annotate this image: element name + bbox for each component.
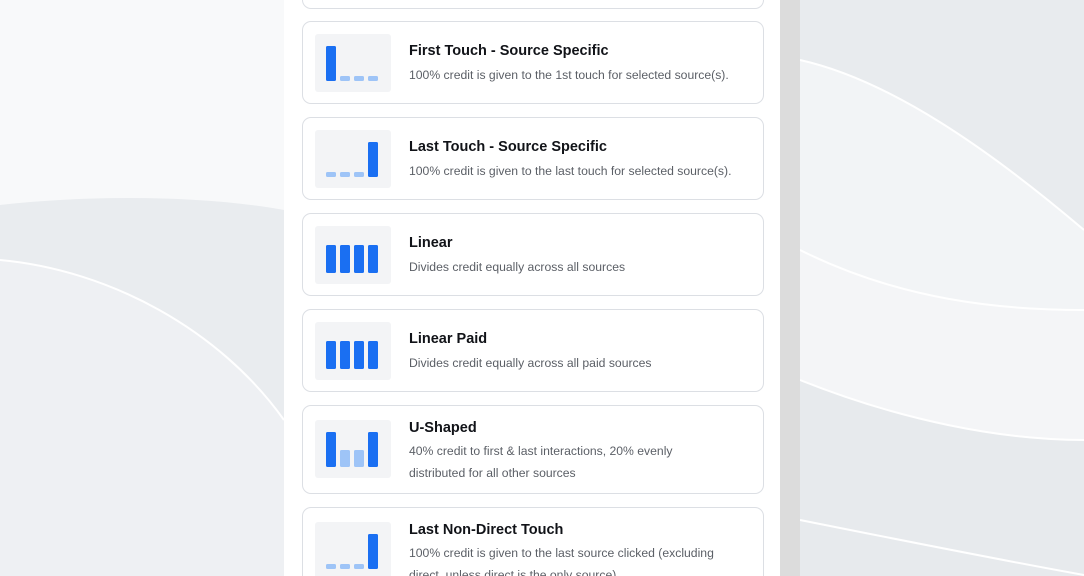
- model-title: Linear Paid: [409, 331, 488, 347]
- last-touch-chart-icon: [315, 522, 391, 576]
- linear-chart-icon: [315, 322, 391, 380]
- model-description: 100% credit is given to the last touch f…: [409, 164, 732, 178]
- model-description: 100% credit is given to the 1st touch fo…: [409, 68, 729, 82]
- attribution-model-card-linear-paid[interactable]: Linear Paid Divides credit equally acros…: [302, 309, 764, 392]
- model-title: Linear: [409, 235, 453, 251]
- attribution-model-card-last-non-direct[interactable]: Last Non-Direct Touch 100% credit is giv…: [302, 507, 764, 576]
- model-title: Last Touch - Source Specific: [409, 139, 607, 155]
- model-title: First Touch - Source Specific: [409, 43, 609, 59]
- model-description: 40% credit to first & last interactions,…: [409, 444, 673, 480]
- model-title: Last Non-Direct Touch: [409, 522, 564, 538]
- u-shaped-chart-icon: [315, 420, 391, 478]
- attribution-model-card-u-shaped[interactable]: U-Shaped 40% credit to first & last inte…: [302, 405, 764, 494]
- attribution-model-card-first-touch[interactable]: First Touch - Source Specific 100% credi…: [302, 21, 764, 104]
- attribution-model-card-previous[interactable]: [302, 0, 764, 9]
- attribution-model-card-last-touch[interactable]: Last Touch - Source Specific 100% credit…: [302, 117, 764, 200]
- attribution-model-card-linear[interactable]: Linear Divides credit equally across all…: [302, 213, 764, 296]
- model-description: Divides credit equally across all paid s…: [409, 356, 652, 370]
- attribution-model-panel: First Touch - Source Specific 100% credi…: [284, 0, 780, 576]
- last-touch-chart-icon: [315, 130, 391, 188]
- model-description: 100% credit is given to the last source …: [409, 546, 714, 576]
- model-title: U-Shaped: [409, 420, 477, 436]
- first-touch-chart-icon: [315, 34, 391, 92]
- scrollbar-track[interactable]: [780, 0, 800, 576]
- linear-chart-icon: [315, 226, 391, 284]
- model-description: Divides credit equally across all source…: [409, 260, 626, 274]
